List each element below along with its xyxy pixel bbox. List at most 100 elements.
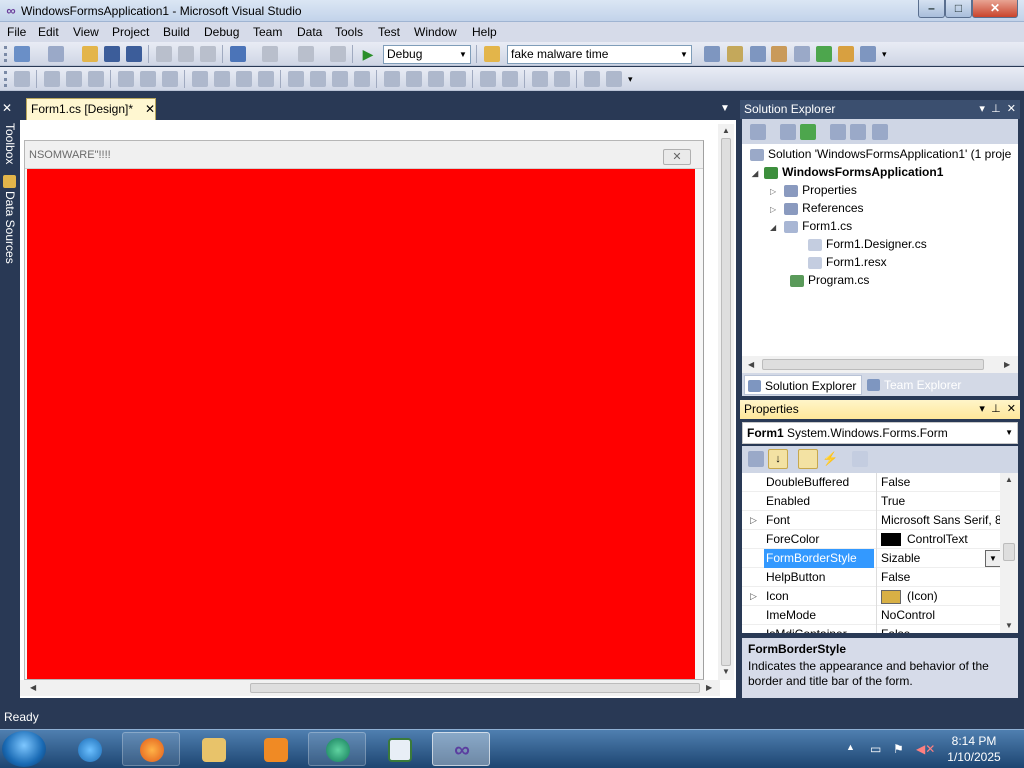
vertical-scroll-thumb[interactable]	[721, 138, 731, 666]
property-row[interactable]: HelpButton False	[742, 568, 1000, 587]
chevron-right-icon[interactable]: ▶	[706, 683, 712, 692]
center-horizontally-icon[interactable]	[480, 71, 496, 87]
tree-item-form1[interactable]: ◢ Form1.cs	[770, 217, 852, 235]
decrease-horizontal-spacing-icon[interactable]	[332, 71, 348, 87]
remove-vertical-spacing-icon[interactable]	[450, 71, 466, 87]
increase-horizontal-spacing-icon[interactable]	[310, 71, 326, 87]
solution-explorer-icon[interactable]	[704, 46, 720, 62]
solution-configuration-combo[interactable]: Debug ▼	[383, 45, 471, 64]
chevron-down-icon[interactable]: ▼	[720, 103, 730, 114]
start-button[interactable]	[2, 731, 46, 767]
increase-vertical-spacing-icon[interactable]	[406, 71, 422, 87]
taskbar-app[interactable]	[184, 732, 242, 766]
view-designer-icon[interactable]	[850, 124, 866, 140]
center-vertically-icon[interactable]	[502, 71, 518, 87]
toolbox-icon[interactable]	[771, 46, 787, 62]
align-bottoms-icon[interactable]	[162, 71, 178, 87]
menu-test[interactable]: Test	[378, 24, 400, 40]
menu-edit[interactable]: Edit	[38, 24, 59, 40]
vertical-scrollbar[interactable]: ▲ ▼	[718, 124, 734, 680]
tree-item-project[interactable]: ◢ WindowsFormsApplication1	[752, 163, 943, 181]
view-class-diagram-icon[interactable]	[872, 124, 888, 140]
tree-item-properties[interactable]: ▷ Properties	[770, 181, 857, 199]
taskbar-app[interactable]	[246, 732, 304, 766]
send-to-back-icon[interactable]	[554, 71, 570, 87]
chevron-down-icon[interactable]: ▼	[1005, 621, 1013, 630]
start-debugging-icon[interactable]: ▶	[360, 46, 376, 62]
close-icon[interactable]: ✕	[1007, 103, 1016, 115]
vertical-spacing-icon[interactable]	[384, 71, 400, 87]
tab-order-icon[interactable]	[584, 71, 600, 87]
tree-item-solution[interactable]: Solution 'WindowsFormsApplication1' (1 p…	[750, 145, 1011, 163]
refresh-icon[interactable]	[800, 124, 816, 140]
tools-icon[interactable]	[794, 46, 810, 62]
events-icon[interactable]: ⚡	[822, 451, 838, 467]
close-icon[interactable]: ✕	[1007, 403, 1016, 415]
navigate-backward-icon[interactable]	[298, 46, 314, 62]
property-value[interactable]: NoControl	[876, 606, 1000, 625]
align-tops-icon[interactable]	[118, 71, 134, 87]
taskbar-app[interactable]	[60, 732, 118, 766]
tree-item-references[interactable]: ▷ References	[770, 199, 864, 217]
toolbar-grip[interactable]	[4, 71, 7, 87]
tab-solution-explorer[interactable]: Solution Explorer	[744, 375, 862, 395]
properties-icon[interactable]	[750, 124, 766, 140]
copy-icon[interactable]	[178, 46, 194, 62]
close-button[interactable]: ✕	[972, 0, 1018, 18]
menu-data[interactable]: Data	[297, 24, 322, 40]
chevron-up-icon[interactable]: ▲	[722, 126, 730, 135]
decrease-vertical-spacing-icon[interactable]	[428, 71, 444, 87]
properties-window-icon[interactable]	[727, 46, 743, 62]
property-grid-vscrollbar[interactable]: ▲ ▼	[1000, 473, 1018, 633]
close-icon[interactable]: ✕	[145, 103, 155, 115]
pin-icon[interactable]: ⊥	[991, 103, 1001, 115]
remove-horizontal-spacing-icon[interactable]	[354, 71, 370, 87]
volume-muted-icon[interactable]: ◀✕	[916, 742, 935, 756]
toolbar-grip[interactable]	[4, 46, 7, 62]
view-code-icon[interactable]	[830, 124, 846, 140]
tree-item-program[interactable]: Program.cs	[790, 271, 869, 289]
toolbox-tab[interactable]: Toolbox	[2, 123, 18, 164]
collapsed-icon[interactable]: ▷	[770, 205, 776, 214]
property-value[interactable]: Microsoft Sans Serif, 8.2	[876, 511, 1000, 530]
show-hidden-icons-icon[interactable]: ▲	[846, 742, 855, 752]
properties-view-icon[interactable]	[798, 449, 818, 469]
cut-icon[interactable]	[156, 46, 172, 62]
solution-tree-hscrollbar[interactable]: ◀ ▶	[742, 356, 1018, 373]
property-row-selected[interactable]: FormBorderStyle Sizable ▼	[742, 549, 1000, 568]
paste-icon[interactable]	[200, 46, 216, 62]
chevron-left-icon[interactable]: ◀	[748, 360, 754, 369]
tree-item-form1-designer[interactable]: Form1.Designer.cs	[808, 235, 927, 253]
save-all-icon[interactable]	[126, 46, 142, 62]
bring-to-front-icon[interactable]	[532, 71, 548, 87]
menu-build[interactable]: Build	[163, 24, 190, 40]
chevron-left-icon[interactable]: ◀	[30, 683, 36, 692]
property-row[interactable]: ForeColor ControlText	[742, 530, 1000, 549]
make-same-height-icon[interactable]	[214, 71, 230, 87]
action-center-flag-icon[interactable]: ⚑	[893, 742, 904, 756]
chevron-right-icon[interactable]: ▶	[1004, 360, 1010, 369]
find-combo[interactable]: fake malware time ▼	[507, 45, 692, 64]
navigate-forward-icon[interactable]	[330, 46, 346, 62]
save-icon[interactable]	[104, 46, 120, 62]
add-item-icon[interactable]	[48, 46, 64, 62]
property-value[interactable]: (Icon)	[876, 587, 1000, 606]
property-row[interactable]: Enabled True	[742, 492, 1000, 511]
size-to-grid-icon[interactable]	[258, 71, 274, 87]
property-row[interactable]: IsMdiContainerFalse	[742, 625, 1000, 633]
property-value[interactable]: True	[876, 492, 1000, 511]
property-row[interactable]: ImeMode NoControl	[742, 606, 1000, 625]
new-project-icon[interactable]	[14, 46, 30, 62]
clock[interactable]: 8:14 PM 1/10/2025	[934, 733, 1014, 765]
menu-help[interactable]: Help	[472, 24, 497, 40]
maximize-button[interactable]: □	[945, 0, 972, 18]
menu-debug[interactable]: Debug	[204, 24, 239, 40]
make-same-width-icon[interactable]	[192, 71, 208, 87]
menu-file[interactable]: File	[7, 24, 26, 40]
property-value[interactable]: Sizable ▼	[876, 549, 1000, 568]
form-designer-frame[interactable]: NSOMWARE"!!!! ✕	[24, 140, 704, 680]
data-sources-tab[interactable]: Data Sources	[2, 191, 18, 264]
taskbar-app[interactable]	[308, 732, 366, 766]
chevron-down-icon[interactable]: ▼	[722, 667, 730, 676]
taskbar-app[interactable]	[122, 732, 180, 766]
